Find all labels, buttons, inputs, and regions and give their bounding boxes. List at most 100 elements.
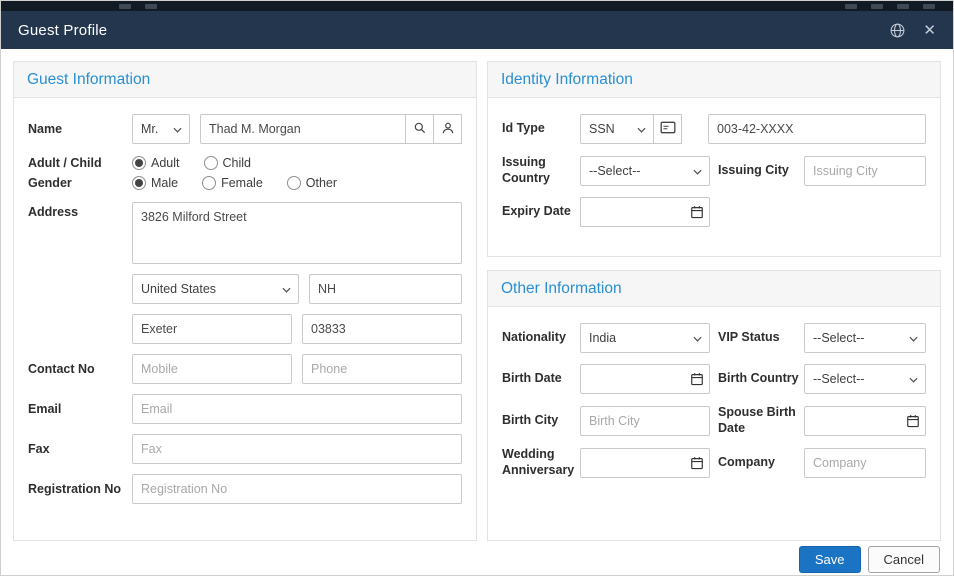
modal-header: Guest Profile ✕ — [1, 11, 953, 49]
name-row: Name Mr. — [28, 114, 462, 144]
expiry-date-label: Expiry Date — [502, 204, 571, 219]
scan-id-button[interactable] — [653, 114, 682, 144]
company-label: Company — [718, 455, 775, 470]
close-icon[interactable]: ✕ — [923, 23, 936, 38]
male-radio-label: Male — [151, 176, 179, 190]
calendar-icon[interactable] — [690, 456, 704, 470]
nationality-row: Nationality India VIP Status --Select-- — [502, 323, 926, 353]
issuing-country-row: Issuing Country --Select-- Issuing City — [502, 155, 926, 186]
birth-country-select-value: --Select-- — [813, 372, 865, 386]
registration-row: Registration No — [28, 474, 462, 504]
id-card-icon — [660, 121, 676, 137]
other-radio-option[interactable]: Other — [286, 176, 338, 190]
adult-child-row: Adult / Child Adult Child — [28, 156, 462, 170]
issuing-city-label: Issuing City — [718, 162, 789, 177]
registration-controls — [132, 474, 462, 504]
birth-city-row: Birth City Spouse Birth Date — [502, 405, 926, 436]
fax-row: Fax — [28, 434, 462, 464]
identity-information-header: Identity Information — [488, 62, 940, 98]
chevron-down-icon — [282, 287, 291, 293]
chevron-down-icon — [693, 169, 702, 175]
state-input[interactable] — [309, 274, 462, 304]
adult-child-label: Adult / Child — [28, 156, 102, 170]
background-app-icon — [145, 3, 157, 9]
zip-input[interactable] — [302, 314, 462, 344]
fax-input[interactable] — [132, 434, 462, 464]
wedding-anniversary-row: Wedding Anniversary Company — [502, 447, 926, 478]
vip-status-select[interactable]: --Select-- — [804, 323, 926, 353]
calendar-icon[interactable] — [690, 372, 704, 386]
guest-profile-screen: Guest Profile ✕ Guest Information Name M… — [0, 0, 954, 576]
gender-label: Gender — [28, 176, 72, 190]
registration-label: Registration No — [28, 482, 122, 496]
save-button[interactable]: Save — [798, 545, 861, 573]
cancel-button[interactable]: Cancel — [867, 545, 940, 573]
id-type-select[interactable]: SSN — [580, 114, 654, 144]
phone-input[interactable] — [302, 354, 462, 384]
guest-name-input[interactable] — [200, 114, 406, 144]
address-textarea[interactable]: 3826 Milford Street — [132, 202, 462, 264]
child-radio-option[interactable]: Child — [203, 156, 251, 170]
contact-row: Contact No — [28, 354, 462, 384]
name-label: Name — [28, 122, 63, 136]
nationality-select-value: India — [589, 331, 617, 345]
wedding-anniversary-label: Wedding Anniversary — [502, 447, 575, 477]
modal-title: Guest Profile — [18, 21, 108, 39]
background-app-icon — [897, 3, 909, 9]
id-number-input[interactable] — [708, 114, 926, 144]
modal-body: Guest Information Name Mr. Thad M. Morga… — [1, 49, 953, 541]
female-radio-option[interactable]: Female — [202, 176, 263, 190]
expiry-date-row: Expiry Date — [502, 197, 926, 228]
registration-input[interactable] — [132, 474, 462, 504]
city-input[interactable] — [132, 314, 292, 344]
guest-name-group — [200, 114, 462, 144]
adult-radio-option[interactable]: Adult — [132, 156, 180, 170]
calendar-icon[interactable] — [690, 205, 704, 219]
nationality-select[interactable]: India — [580, 323, 710, 353]
mobile-input[interactable] — [132, 354, 292, 384]
chevron-down-icon — [637, 127, 646, 133]
issuing-country-label: Issuing Country — [502, 155, 550, 185]
issuing-country-select[interactable]: --Select-- — [580, 155, 710, 186]
chevron-down-icon — [693, 336, 702, 342]
guest-information-header: Guest Information — [14, 62, 476, 98]
radio-checked-icon — [132, 176, 146, 190]
issuing-city-input[interactable] — [804, 155, 926, 186]
background-app-icon — [845, 3, 857, 9]
email-input[interactable] — [132, 394, 462, 424]
contact-controls — [132, 354, 462, 384]
birth-date-label: Birth Date — [502, 371, 562, 386]
male-radio-option[interactable]: Male — [132, 176, 178, 190]
other-information-header: Other Information — [488, 271, 940, 307]
wedding-anniversary-field — [580, 447, 710, 478]
company-input[interactable] — [804, 447, 926, 478]
birth-city-input[interactable] — [580, 405, 710, 436]
birth-country-select[interactable]: --Select-- — [804, 364, 926, 394]
birth-country-label: Birth Country — [718, 371, 799, 386]
search-guest-button[interactable] — [405, 114, 434, 144]
birth-date-row: Birth Date Birth Country --Select-- — [502, 364, 926, 394]
identity-information-body: Id Type SSN Issuing Country - — [488, 98, 940, 256]
guest-lookup-button[interactable] — [433, 114, 462, 144]
email-row: Email — [28, 394, 462, 424]
identity-information-title: Identity Information — [501, 70, 633, 88]
country-select[interactable]: United States — [132, 274, 299, 304]
gender-row: Gender Male Female Other — [28, 176, 462, 190]
identity-information-panel: Identity Information Id Type SSN 003-42-… — [487, 61, 941, 257]
city-zip-row — [28, 314, 462, 344]
title-select[interactable]: Mr. — [132, 114, 190, 144]
chevron-down-icon — [909, 377, 918, 383]
vip-status-label: VIP Status — [718, 330, 780, 345]
name-controls: Mr. — [132, 114, 462, 144]
chevron-down-icon — [909, 336, 918, 342]
radio-unchecked-icon — [202, 176, 217, 190]
calendar-icon[interactable] — [906, 414, 920, 428]
country-select-value: United States — [141, 282, 217, 296]
title-select-value: Mr. — [141, 122, 159, 136]
other-radio-label: Other — [305, 176, 338, 190]
globe-icon[interactable] — [889, 22, 906, 39]
user-icon — [441, 121, 455, 138]
country-state-controls: United States — [132, 274, 462, 304]
id-type-select-value: SSN — [589, 122, 615, 136]
gender-controls: Male Female Other — [132, 176, 462, 190]
